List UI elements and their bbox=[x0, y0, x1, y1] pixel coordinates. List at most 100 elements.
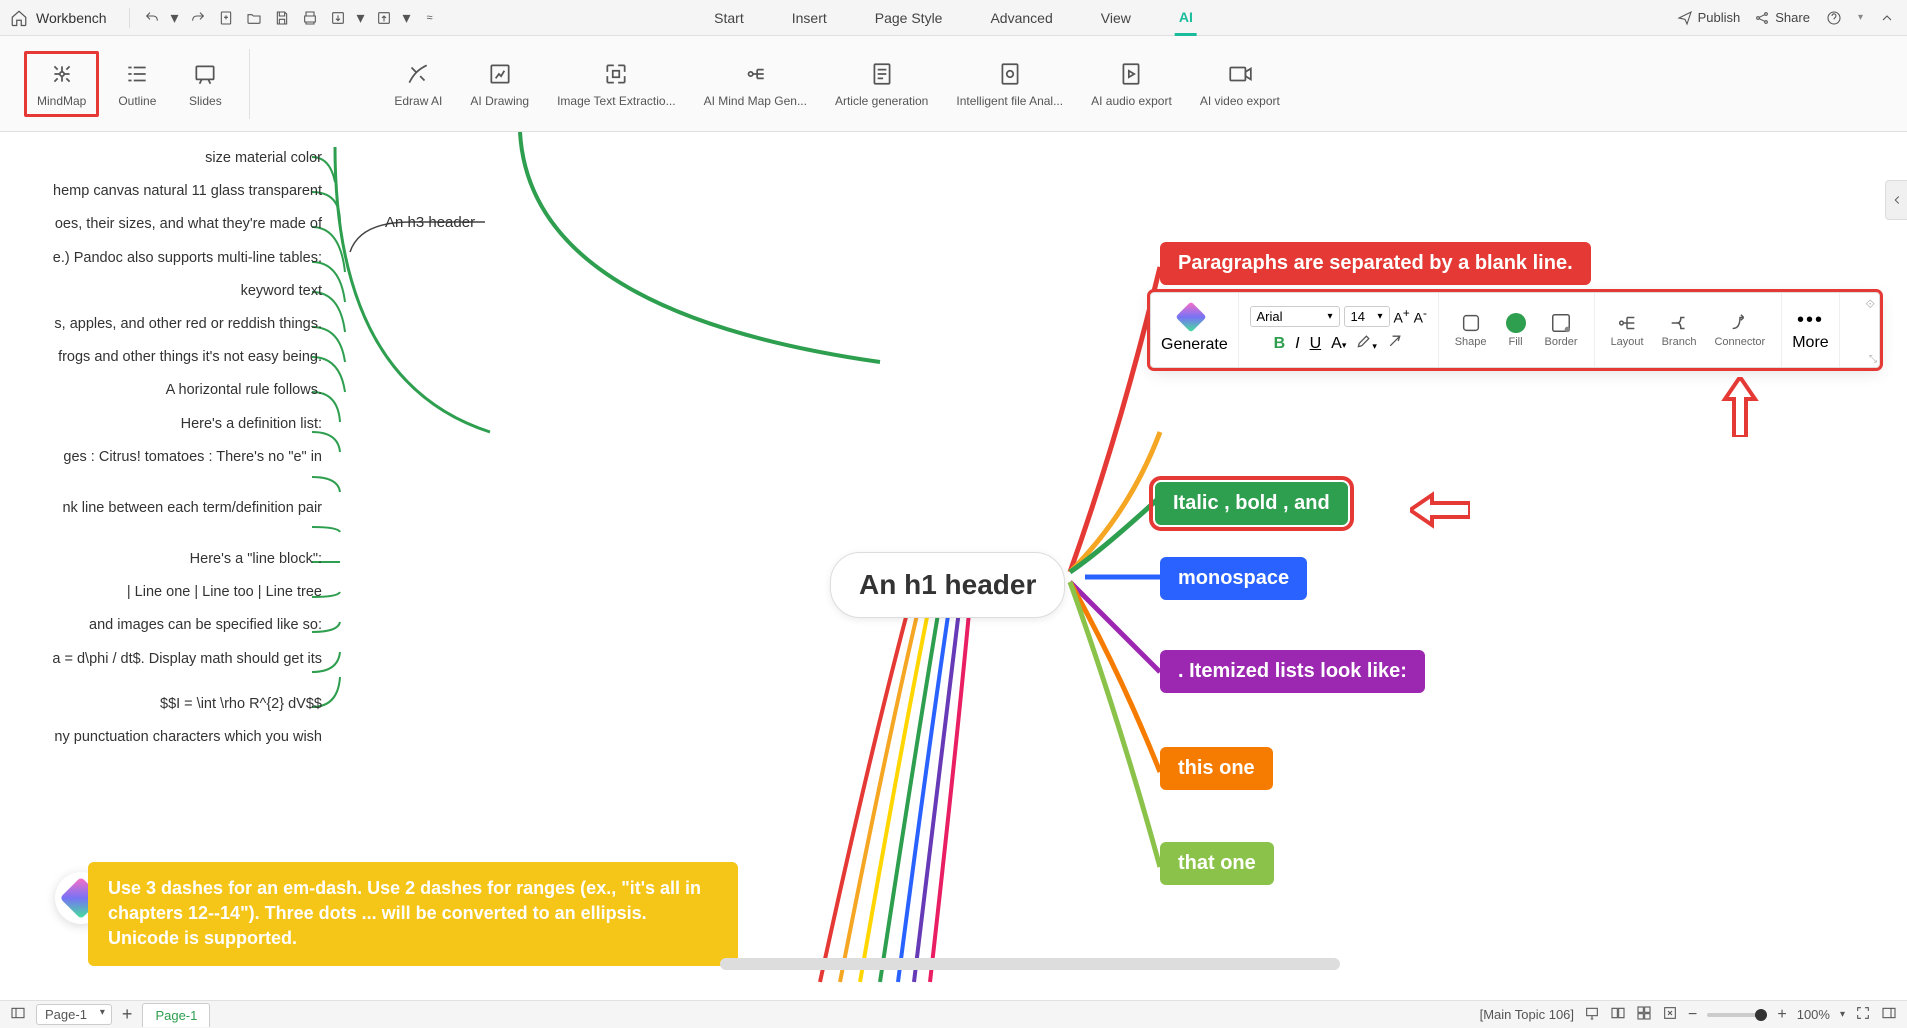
zoom-in-button[interactable]: + bbox=[1777, 1006, 1786, 1024]
ft-more[interactable]: ••• More bbox=[1782, 293, 1839, 367]
horizontal-scrollbar[interactable] bbox=[720, 958, 1340, 970]
canvas[interactable]: size material color hemp canvas natural … bbox=[0, 132, 1907, 1000]
ft-generate[interactable]: Generate bbox=[1151, 293, 1239, 367]
export-dropdown-icon[interactable]: ▾ bbox=[356, 8, 366, 28]
expand-corner-icon[interactable]: ⤡ bbox=[1869, 354, 1877, 365]
outline-view-button[interactable]: Outline bbox=[107, 51, 167, 117]
tab-insert[interactable]: Insert bbox=[788, 2, 831, 34]
side-panel-toggle[interactable] bbox=[1885, 180, 1907, 220]
more-toolbar-icon[interactable]: ≈ bbox=[420, 8, 440, 28]
collapse-ribbon-icon[interactable] bbox=[1877, 8, 1897, 28]
ribbon-divider bbox=[249, 49, 250, 119]
ai-mindmap-gen-button[interactable]: AI Mind Map Gen... bbox=[694, 54, 817, 114]
tab-advanced[interactable]: Advanced bbox=[986, 2, 1056, 34]
page-panel-icon[interactable] bbox=[10, 1005, 26, 1024]
node-this-one[interactable]: this one bbox=[1160, 747, 1273, 790]
new-file-icon[interactable] bbox=[216, 8, 236, 28]
node-that-one[interactable]: that one bbox=[1160, 842, 1274, 885]
font-color-button[interactable]: A▾ bbox=[1331, 335, 1346, 353]
tab-start[interactable]: Start bbox=[710, 2, 748, 34]
zoom-slider[interactable] bbox=[1707, 1013, 1767, 1017]
zoom-out-button[interactable]: − bbox=[1688, 1006, 1697, 1024]
undo-dropdown-icon[interactable]: ▾ bbox=[170, 8, 180, 28]
publish-button[interactable]: Publish bbox=[1677, 10, 1741, 26]
pin-icon[interactable]: ⟐ bbox=[1866, 297, 1875, 312]
center-node[interactable]: An h1 header bbox=[830, 552, 1065, 618]
fill-button[interactable]: Fill bbox=[1499, 310, 1533, 350]
ribbon: MindMap Outline Slides Edraw AI AI Drawi… bbox=[0, 36, 1907, 132]
node-itemized[interactable]: . Itemized lists look like: bbox=[1160, 650, 1425, 693]
text-fragment: frogs and other things it's not easy bei… bbox=[0, 341, 330, 374]
page-select[interactable]: Page-1▾ bbox=[36, 1004, 112, 1025]
open-folder-icon[interactable] bbox=[244, 8, 264, 28]
page-tab-1[interactable]: Page-1 bbox=[142, 1003, 210, 1027]
print-icon[interactable] bbox=[300, 8, 320, 28]
article-gen-icon bbox=[868, 60, 896, 88]
text-fragment: oes, their sizes, and what they're made … bbox=[0, 208, 330, 241]
import-icon[interactable] bbox=[374, 8, 394, 28]
highlight-button[interactable]: ▾ bbox=[1356, 333, 1377, 354]
share-button[interactable]: Share bbox=[1754, 10, 1810, 26]
tab-ai[interactable]: AI bbox=[1175, 1, 1197, 36]
h3-header-node[interactable]: An h3 header bbox=[385, 214, 475, 231]
decrease-font-icon[interactable]: A- bbox=[1414, 307, 1427, 326]
slides-icon bbox=[191, 60, 219, 88]
add-page-icon[interactable]: + bbox=[122, 1004, 133, 1025]
ft-layout-section: Layout Branch Connector bbox=[1595, 293, 1783, 367]
tab-page-style[interactable]: Page Style bbox=[871, 2, 947, 34]
ai-drawing-button[interactable]: AI Drawing bbox=[460, 54, 539, 114]
shape-button[interactable]: Shape bbox=[1449, 310, 1493, 350]
zoom-level[interactable]: 100% bbox=[1797, 1007, 1830, 1022]
mindmap-view-button[interactable]: MindMap bbox=[24, 51, 99, 117]
edraw-ai-button[interactable]: Edraw AI bbox=[384, 54, 452, 114]
layout-button[interactable]: Layout bbox=[1605, 310, 1650, 350]
ai-video-export-button[interactable]: AI video export bbox=[1190, 54, 1290, 114]
grid-view-icon[interactable] bbox=[1636, 1005, 1652, 1024]
export-icon[interactable] bbox=[328, 8, 348, 28]
ft-style-section: Shape Fill Border bbox=[1439, 293, 1595, 367]
fit-view-icon[interactable] bbox=[1662, 1005, 1678, 1024]
italic-button[interactable]: I bbox=[1295, 335, 1299, 353]
text-fragment: Here's a definition list: bbox=[0, 408, 330, 441]
node-monospace[interactable]: monospace bbox=[1160, 557, 1307, 600]
font-size-select[interactable]: 14▾ bbox=[1344, 306, 1390, 327]
ai-video-icon bbox=[1226, 60, 1254, 88]
image-text-icon bbox=[602, 60, 630, 88]
help-dropdown-icon[interactable]: ▾ bbox=[1858, 12, 1863, 23]
save-icon[interactable] bbox=[272, 8, 292, 28]
ai-audio-export-button[interactable]: AI audio export bbox=[1081, 54, 1182, 114]
border-button[interactable]: Border bbox=[1539, 310, 1584, 350]
increase-font-icon[interactable]: A+ bbox=[1394, 307, 1410, 326]
node-italic-bold[interactable]: Italic , bold , and bbox=[1155, 482, 1348, 525]
image-text-extract-button[interactable]: Image Text Extractio... bbox=[547, 54, 686, 114]
undo-icon[interactable] bbox=[142, 8, 162, 28]
node-paragraphs[interactable]: Paragraphs are separated by a blank line… bbox=[1160, 242, 1591, 285]
ft-font-section: Arial▾ 14▾ A+ A- B I U A▾ ▾ bbox=[1239, 293, 1439, 367]
article-gen-button[interactable]: Article generation bbox=[825, 54, 938, 114]
panel-toggle-icon[interactable] bbox=[1881, 1005, 1897, 1024]
slides-label: Slides bbox=[189, 94, 222, 108]
text-fragment: a = d\phi / dt$. Display math should get… bbox=[0, 643, 330, 676]
home-icon[interactable] bbox=[10, 9, 28, 27]
ai-audio-icon bbox=[1117, 60, 1145, 88]
node-tip-yellow[interactable]: Use 3 dashes for an em-dash. Use 2 dashe… bbox=[88, 862, 738, 966]
help-icon[interactable] bbox=[1824, 8, 1844, 28]
import-dropdown-icon[interactable]: ▾ bbox=[402, 8, 412, 28]
ai-mindmap-gen-icon bbox=[741, 60, 769, 88]
slides-view-button[interactable]: Slides bbox=[175, 51, 235, 117]
clear-format-button[interactable] bbox=[1387, 333, 1403, 354]
redo-icon[interactable] bbox=[188, 8, 208, 28]
font-family-select[interactable]: Arial▾ bbox=[1250, 306, 1340, 327]
menu-tabs: Start Insert Page Style Advanced View AI bbox=[710, 0, 1197, 36]
bold-button[interactable]: B bbox=[1274, 335, 1286, 353]
connector-button[interactable]: Connector bbox=[1708, 310, 1771, 350]
fullscreen-icon[interactable] bbox=[1855, 1005, 1871, 1024]
text-fragment: ges : Citrus! tomatoes : There's no "e" … bbox=[0, 441, 330, 474]
underline-button[interactable]: U bbox=[1310, 335, 1322, 353]
intelligent-file-button[interactable]: Intelligent file Anal... bbox=[946, 54, 1073, 114]
tab-view[interactable]: View bbox=[1097, 2, 1135, 34]
presentation-icon[interactable] bbox=[1584, 1005, 1600, 1024]
ribbon-group-ai: Edraw AI AI Drawing Image Text Extractio… bbox=[374, 54, 1300, 114]
reading-view-icon[interactable] bbox=[1610, 1005, 1626, 1024]
branch-button[interactable]: Branch bbox=[1656, 310, 1703, 350]
